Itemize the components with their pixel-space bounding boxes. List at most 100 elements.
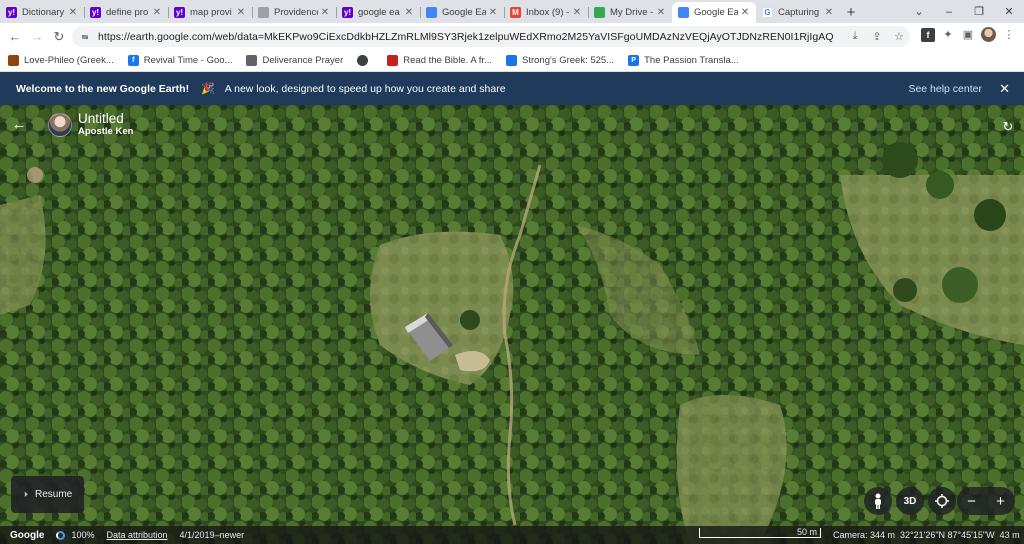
browser-toolbar: ← → ↻ https://earth.google.com/web/data=… (0, 23, 1024, 50)
facebook-extension-icon[interactable]: f (921, 27, 935, 42)
browser-tab[interactable]: G Capturing ✕ (756, 2, 840, 23)
bookmark-label: Love-Phileo (Greek... (24, 55, 114, 66)
pegman-icon (875, 493, 881, 509)
forward-button[interactable]: → (26, 29, 48, 44)
google-earth-view[interactable]: Welcome to the new Google Earth! 🎉 A new… (0, 72, 1024, 544)
status-bar: Google 100% Data attribution 4/1/2019–ne… (0, 526, 1024, 544)
browser-tab[interactable]: Google Ea ✕ (672, 2, 756, 23)
bookmark-favicon-icon (8, 55, 19, 66)
tab-close-icon[interactable]: ✕ (320, 7, 330, 18)
reload-button[interactable]: ↻ (48, 29, 70, 45)
bookmark-favicon-icon (246, 55, 258, 66)
satellite-imagery[interactable] (0, 105, 1024, 544)
tab-title: Inbox (9) - (526, 7, 570, 18)
google-earth-icon (426, 7, 437, 18)
browser-tab[interactable]: y! Dictionary ✕ (0, 2, 84, 23)
welcome-banner: Welcome to the new Google Earth! 🎉 A new… (0, 72, 1024, 105)
install-app-icon[interactable]: ⤓ (844, 30, 866, 43)
more-menu-icon[interactable]: ⋮ (1002, 28, 1016, 42)
maximize-button[interactable]: ❐ (964, 5, 994, 18)
bookmark-favicon-icon (357, 55, 369, 66)
browser-tab[interactable]: y! define pro ✕ (84, 2, 168, 23)
play-icon: ⏵ (24, 489, 28, 499)
bookmark-star-icon[interactable]: ☆ (888, 30, 910, 43)
bookmark-favicon-icon (506, 55, 517, 66)
tab-close-icon[interactable]: ✕ (824, 7, 834, 18)
loading-ring-icon (56, 530, 66, 540)
my-location-button[interactable] (928, 487, 956, 515)
url-text[interactable]: https://earth.google.com/web/data=MkEKPw… (98, 31, 844, 43)
project-header: ← Untitled Apostle Ken (10, 112, 134, 138)
bookmarks-bar: Love-Phileo (Greek... f Revival Time - Goo… (0, 50, 1024, 72)
project-owner: Apostle Ken (78, 126, 134, 137)
tab-title: My Drive - (610, 7, 654, 18)
zoom-in-button[interactable]: + (996, 493, 1005, 510)
bookmark-item[interactable]: Love-Phileo (Greek... (8, 55, 114, 66)
bookmark-item[interactable]: f Revival Time - Goo... (127, 55, 233, 66)
google-earth-icon (678, 7, 689, 18)
tab-close-icon[interactable]: ✕ (236, 7, 246, 18)
profile-avatar[interactable] (981, 27, 996, 42)
3d-toggle-button[interactable]: 3D (896, 487, 924, 515)
tab-title: define pro (106, 7, 149, 18)
window-controls: ⌄ – ❐ ✕ (904, 0, 1024, 23)
side-panel-icon[interactable]: ▣ (961, 28, 975, 42)
bookmark-label: Strong's Greek: 525... (522, 55, 615, 66)
bookmark-item[interactable]: Strong's Greek: 525... (506, 55, 614, 66)
browser-tab[interactable]: My Drive - ✕ (588, 2, 672, 23)
share-icon[interactable]: ⇪ (866, 30, 888, 43)
tab-close-icon[interactable]: ✕ (656, 7, 666, 18)
globe-icon (258, 7, 269, 18)
data-attribution-link[interactable]: Data attribution (106, 530, 167, 540)
tab-close-icon[interactable]: ✕ (152, 7, 162, 18)
tab-title: Providence (274, 7, 318, 18)
pegman-button[interactable] (864, 487, 892, 515)
bookmark-label: Revival Time - Goo... (143, 55, 233, 66)
browser-tab[interactable]: y! map provi ✕ (168, 2, 252, 23)
browser-tab[interactable]: Providence ✕ (252, 2, 336, 23)
browser-tab[interactable]: y! google ea ✕ (336, 2, 420, 23)
gmail-icon: M (510, 7, 521, 18)
tab-title: Google Ea (442, 7, 486, 18)
tab-close-icon[interactable]: ✕ (404, 7, 414, 18)
tab-title: Dictionary (22, 7, 65, 18)
zoom-out-button[interactable]: − (967, 493, 976, 510)
browser-tab[interactable]: Google Ea ✕ (420, 2, 504, 23)
bookmark-label: Read the Bible. A fr... (403, 55, 492, 66)
tab-close-icon[interactable]: ✕ (740, 7, 750, 18)
tab-close-icon[interactable]: ✕ (68, 7, 78, 18)
project-title[interactable]: Untitled (78, 112, 133, 126)
yahoo-icon: y! (342, 7, 353, 18)
tab-close-icon[interactable]: ✕ (572, 7, 582, 18)
help-center-link[interactable]: See help center (908, 83, 982, 95)
coordinates-readout: 32°21'26"N 87°45'15"W 43 m (900, 530, 1020, 540)
reset-view-icon[interactable]: ↻ (1000, 119, 1016, 135)
address-bar[interactable]: https://earth.google.com/web/data=MkEKPw… (72, 26, 910, 47)
site-info-icon[interactable] (80, 32, 90, 42)
bookmark-label: The Passion Transla... (644, 55, 739, 66)
load-percent: 100% (71, 530, 95, 540)
bookmark-item[interactable]: Deliverance Prayer (246, 55, 343, 66)
banner-text: A new look, designed to speed up how you… (224, 82, 506, 95)
tab-title: Capturing (778, 7, 820, 18)
tab-close-icon[interactable]: ✕ (488, 7, 498, 18)
banner-close-icon[interactable]: ✕ (999, 81, 1010, 97)
close-window-button[interactable]: ✕ (994, 5, 1024, 18)
back-arrow-icon[interactable]: ← (10, 116, 28, 133)
bookmark-item[interactable]: P The Passion Transla... (628, 55, 739, 66)
extensions-puzzle-icon[interactable]: ✦ (941, 28, 955, 42)
tab-search-button[interactable]: ⌄ (904, 5, 934, 18)
yahoo-icon: y! (6, 7, 17, 18)
minimize-button[interactable]: – (934, 6, 964, 18)
browser-tab[interactable]: M Inbox (9) - ✕ (504, 2, 588, 23)
bookmark-item[interactable]: Read the Bible. A fr... (387, 55, 492, 66)
new-tab-button[interactable]: + (840, 2, 862, 23)
back-button[interactable]: ← (4, 29, 26, 44)
resume-button[interactable]: ⏵ Resume (11, 476, 84, 513)
scale-bar[interactable]: 50 m (699, 528, 821, 538)
crosshair-icon (935, 494, 949, 508)
yahoo-icon: y! (90, 7, 101, 18)
bookmark-item[interactable] (357, 55, 373, 66)
tab-title: Google Ea (694, 7, 738, 18)
banner-title: Welcome to the new Google Earth! (16, 82, 190, 95)
